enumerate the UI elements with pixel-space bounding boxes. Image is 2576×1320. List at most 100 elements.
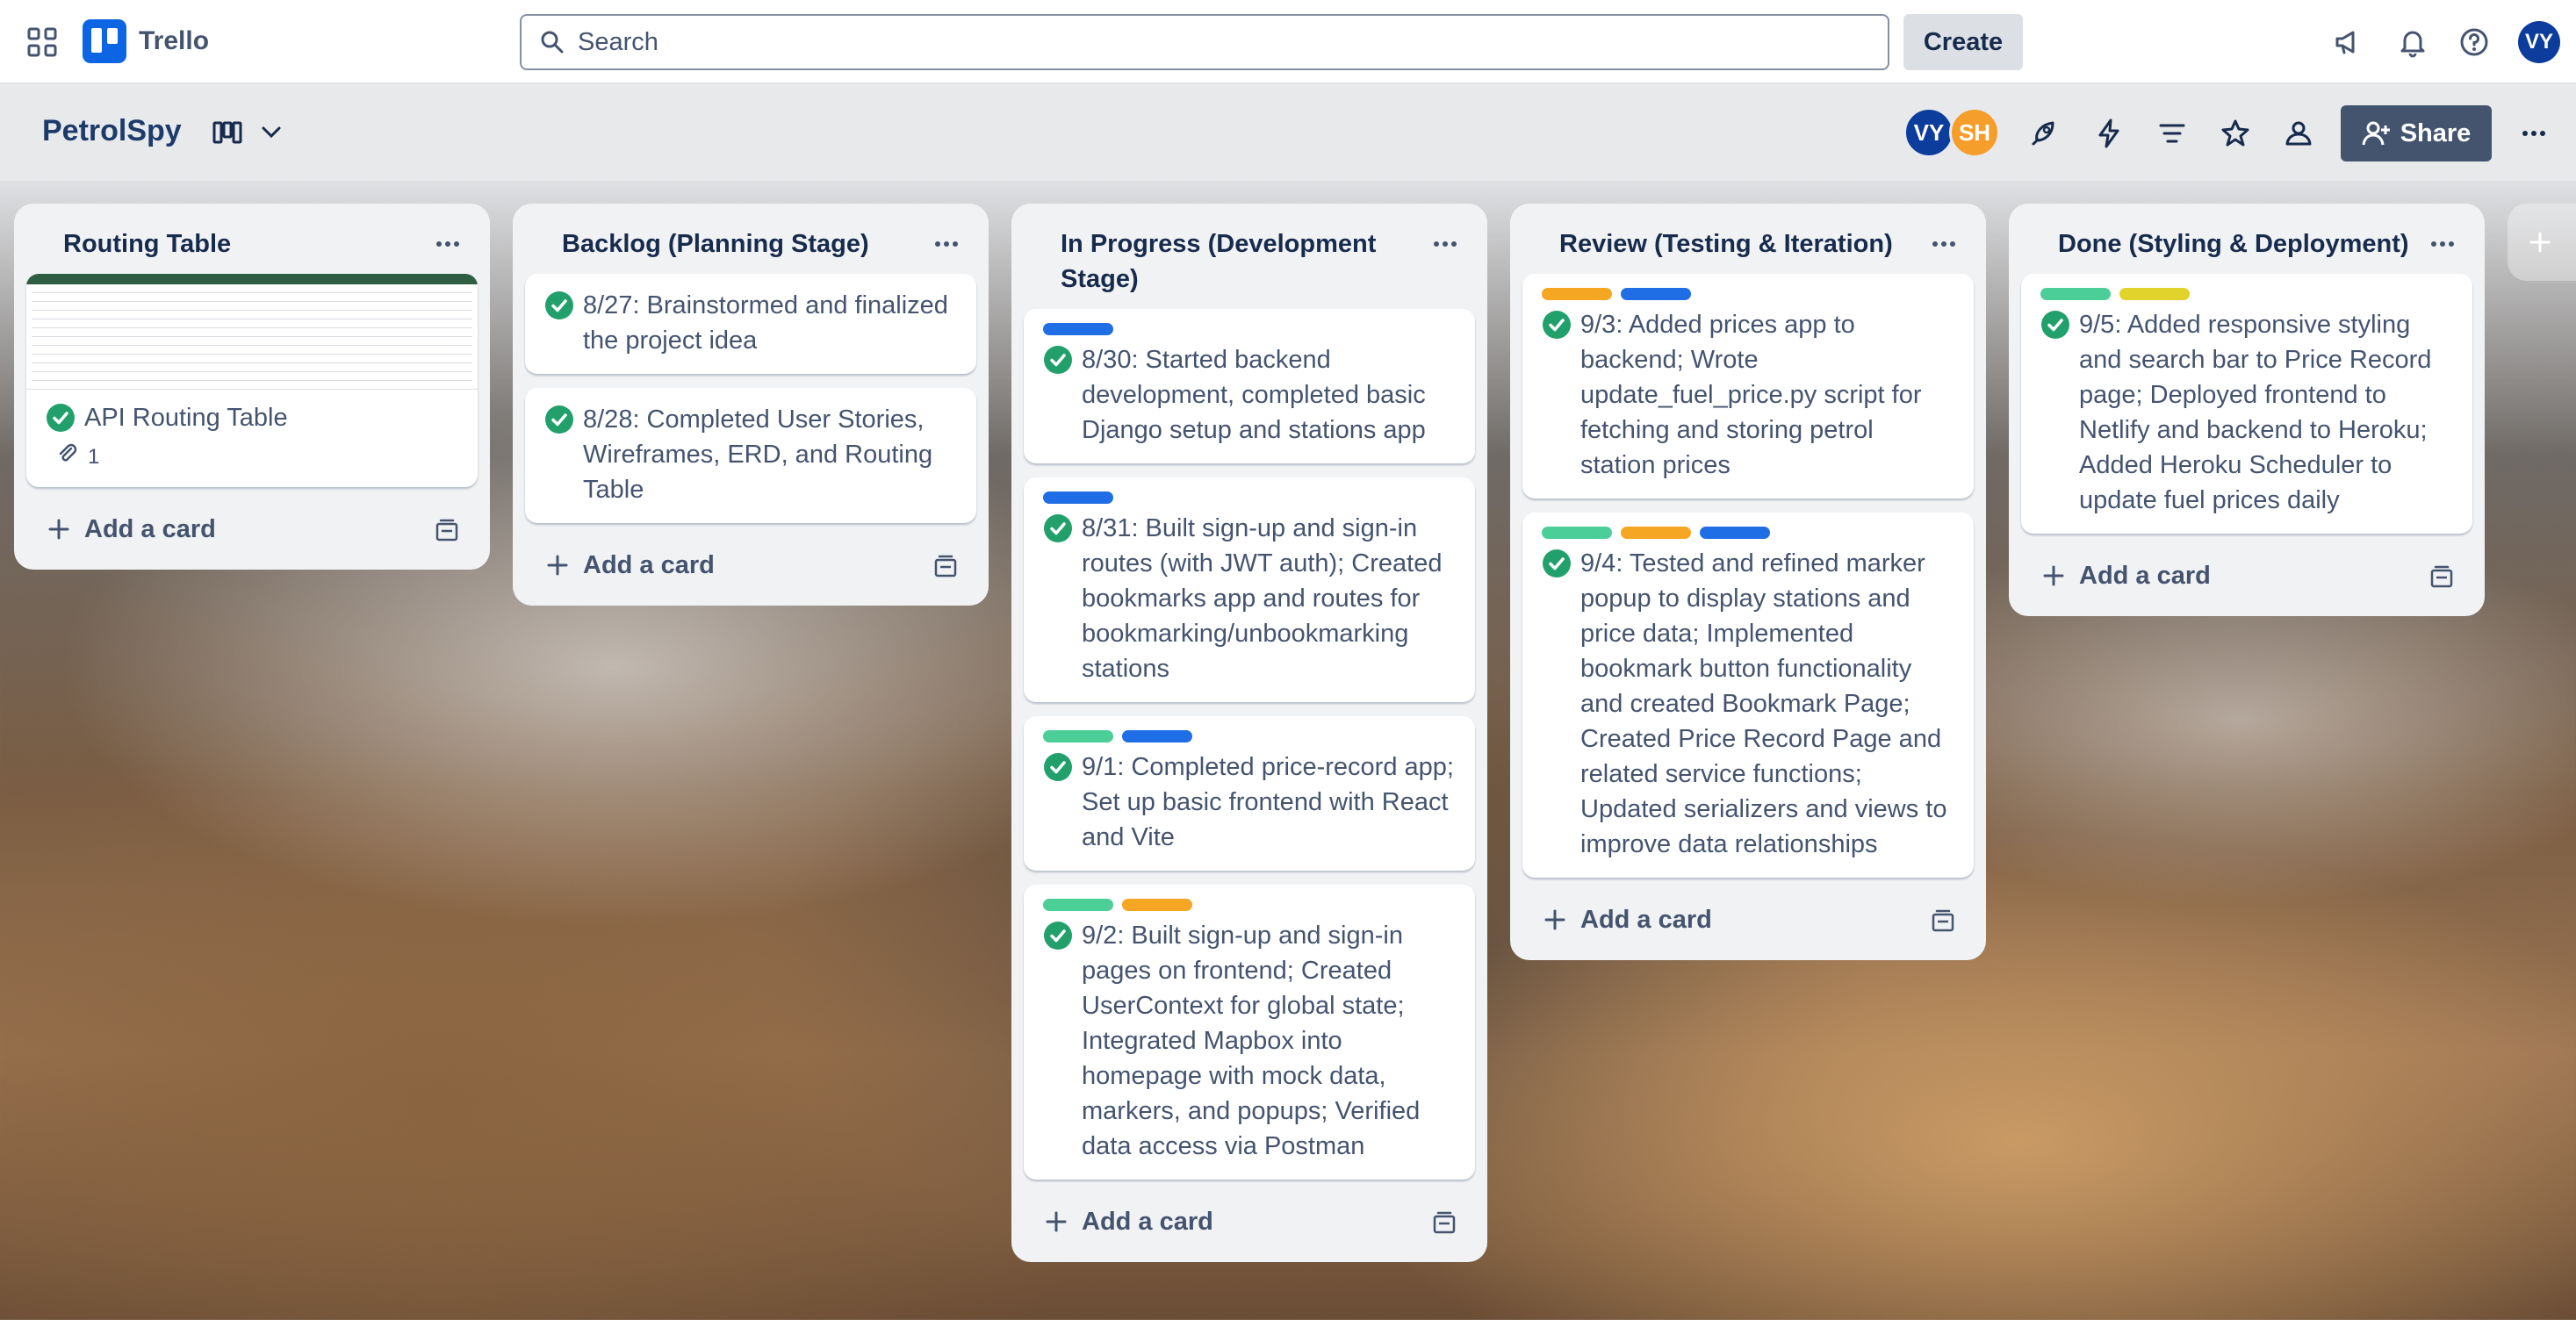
label-orange[interactable] xyxy=(1122,899,1192,911)
label-green[interactable] xyxy=(1043,899,1113,911)
list-column[interactable]: Done (Styling & Deployment) 9/5: Added re… xyxy=(2009,204,2485,616)
create-from-template-icon[interactable] xyxy=(2428,563,2455,590)
add-card-label: Add a card xyxy=(84,514,216,543)
complete-check-icon[interactable] xyxy=(2040,310,2070,340)
complete-check-icon[interactable] xyxy=(1542,549,1572,578)
filter-icon[interactable] xyxy=(2153,114,2191,153)
card-title: 9/1: Completed price-record app; Set up … xyxy=(1082,753,1454,851)
star-icon[interactable] xyxy=(2216,114,2255,153)
create-from-template-icon[interactable] xyxy=(434,517,460,543)
card[interactable]: API Routing Table 1 xyxy=(26,274,478,487)
trello-logo-icon xyxy=(83,19,126,63)
add-person-icon xyxy=(2362,121,2390,146)
list-menu-more-icon[interactable] xyxy=(430,228,465,260)
card-title: 9/5: Added responsive styling and search… xyxy=(2079,311,2432,514)
notifications-bell-icon[interactable] xyxy=(2393,23,2432,61)
trello-logo[interactable]: Trello xyxy=(83,19,209,63)
app-name: Trello xyxy=(139,26,210,55)
list-column[interactable]: Review (Testing & Iteration) 9/3: Added p… xyxy=(1510,204,1986,960)
list-title[interactable]: Backlog (Planning Stage) xyxy=(525,204,976,274)
card[interactable]: 8/27: Brainstormed and finalized the pro… xyxy=(525,274,976,374)
share-button[interactable]: Share xyxy=(2341,105,2492,161)
label-green[interactable] xyxy=(1542,527,1612,539)
list-column[interactable]: Backlog (Planning Stage) 8/27: Brainstorm… xyxy=(513,204,989,606)
list-menu-more-icon[interactable] xyxy=(1428,228,1463,260)
card[interactable]: 8/30: Started backend development, compl… xyxy=(1024,309,1475,463)
complete-check-icon[interactable] xyxy=(1043,752,1073,782)
list-title[interactable]: Routing Table xyxy=(26,204,478,274)
list-menu-more-icon[interactable] xyxy=(929,228,964,260)
board-view-icon xyxy=(212,121,242,144)
user-avatar[interactable]: VY xyxy=(2518,21,2560,63)
add-list-button[interactable] xyxy=(2508,204,2576,281)
complete-check-icon[interactable] xyxy=(46,403,76,433)
add-card-button[interactable]: Add a card xyxy=(1522,892,1974,948)
card-labels xyxy=(1542,527,1954,539)
board-menu-more-icon[interactable] xyxy=(2515,114,2553,153)
member-avatar-vy[interactable]: VY xyxy=(1903,107,1954,158)
automation-lightning-icon[interactable] xyxy=(2090,114,2128,153)
plus-icon xyxy=(2040,563,2067,589)
card[interactable]: 8/28: Completed User Stories, Wireframes… xyxy=(525,388,976,523)
list-title[interactable]: In Progress (Development Stage) xyxy=(1024,204,1475,309)
create-from-template-icon[interactable] xyxy=(1930,908,1956,934)
board-title[interactable]: PetrolSpy xyxy=(42,114,182,148)
card[interactable]: 9/5: Added responsive styling and search… xyxy=(2021,274,2472,534)
card-title: 9/3: Added prices app to backend; Wrote … xyxy=(1580,311,1922,479)
list-column[interactable]: In Progress (Development Stage) 8/30: Sta… xyxy=(1011,204,1487,1262)
search-input[interactable] xyxy=(578,27,1807,57)
label-orange[interactable] xyxy=(1621,527,1691,539)
card-labels xyxy=(1043,323,1456,335)
list-column[interactable]: Routing Table API Routing Table 1 Add a car… xyxy=(14,204,490,570)
list-menu-more-icon[interactable] xyxy=(1926,228,1961,260)
complete-check-icon[interactable] xyxy=(544,405,574,434)
megaphone-icon[interactable] xyxy=(2328,23,2367,61)
power-ups-rocket-icon[interactable] xyxy=(2025,114,2063,153)
label-green[interactable] xyxy=(1043,730,1113,742)
list-title[interactable]: Done (Styling & Deployment) xyxy=(2021,204,2472,274)
search-icon xyxy=(541,31,564,54)
card-title: 8/30: Started backend development, compl… xyxy=(1082,346,1426,444)
create-button[interactable]: Create xyxy=(1903,14,2023,70)
plus-icon xyxy=(2529,232,2551,253)
plus-icon xyxy=(1043,1209,1069,1235)
label-blue[interactable] xyxy=(1621,288,1691,300)
label-blue[interactable] xyxy=(1043,491,1113,504)
search-box[interactable] xyxy=(520,14,1889,70)
card[interactable]: 9/1: Completed price-record app; Set up … xyxy=(1024,716,1475,871)
chevron-down-icon xyxy=(262,126,281,139)
plus-icon xyxy=(544,552,571,578)
card[interactable]: 8/31: Built sign-up and sign-in routes (… xyxy=(1024,477,1475,702)
label-green[interactable] xyxy=(2040,288,2111,300)
label-yellow[interactable] xyxy=(2119,288,2190,300)
label-orange[interactable] xyxy=(1542,288,1612,300)
board-view-switcher[interactable] xyxy=(211,116,288,149)
complete-check-icon[interactable] xyxy=(1043,345,1073,375)
add-card-button[interactable]: Add a card xyxy=(1024,1194,1475,1250)
member-avatar-sh[interactable]: SH xyxy=(1949,107,2000,158)
add-card-button[interactable]: Add a card xyxy=(26,501,478,557)
list-title[interactable]: Review (Testing & Iteration) xyxy=(1522,204,1974,274)
plus-icon xyxy=(1542,907,1568,933)
complete-check-icon[interactable] xyxy=(1043,513,1073,543)
list-menu-more-icon[interactable] xyxy=(2425,228,2460,260)
top-navbar: Trello Create VY xyxy=(0,0,2576,84)
create-from-template-icon[interactable] xyxy=(1431,1209,1457,1236)
card[interactable]: 9/2: Built sign-up and sign-in pages on … xyxy=(1024,885,1475,1180)
add-card-button[interactable]: Add a card xyxy=(525,537,976,593)
complete-check-icon[interactable] xyxy=(1043,921,1073,951)
card[interactable]: 9/4: Tested and refined marker popup to … xyxy=(1522,513,1974,878)
help-icon[interactable] xyxy=(2455,23,2493,61)
card-labels xyxy=(1542,288,1954,300)
add-card-button[interactable]: Add a card xyxy=(2021,548,2472,604)
app-switcher-icon[interactable] xyxy=(26,26,58,58)
create-from-template-icon[interactable] xyxy=(932,553,959,579)
visibility-workspace-icon[interactable] xyxy=(2279,114,2318,153)
complete-check-icon[interactable] xyxy=(1542,310,1572,340)
label-blue[interactable] xyxy=(1122,730,1192,742)
complete-check-icon[interactable] xyxy=(544,291,574,320)
card[interactable]: 9/3: Added prices app to backend; Wrote … xyxy=(1522,274,1974,499)
card-labels xyxy=(1043,899,1456,911)
label-blue[interactable] xyxy=(1700,527,1770,539)
label-blue[interactable] xyxy=(1043,323,1113,335)
